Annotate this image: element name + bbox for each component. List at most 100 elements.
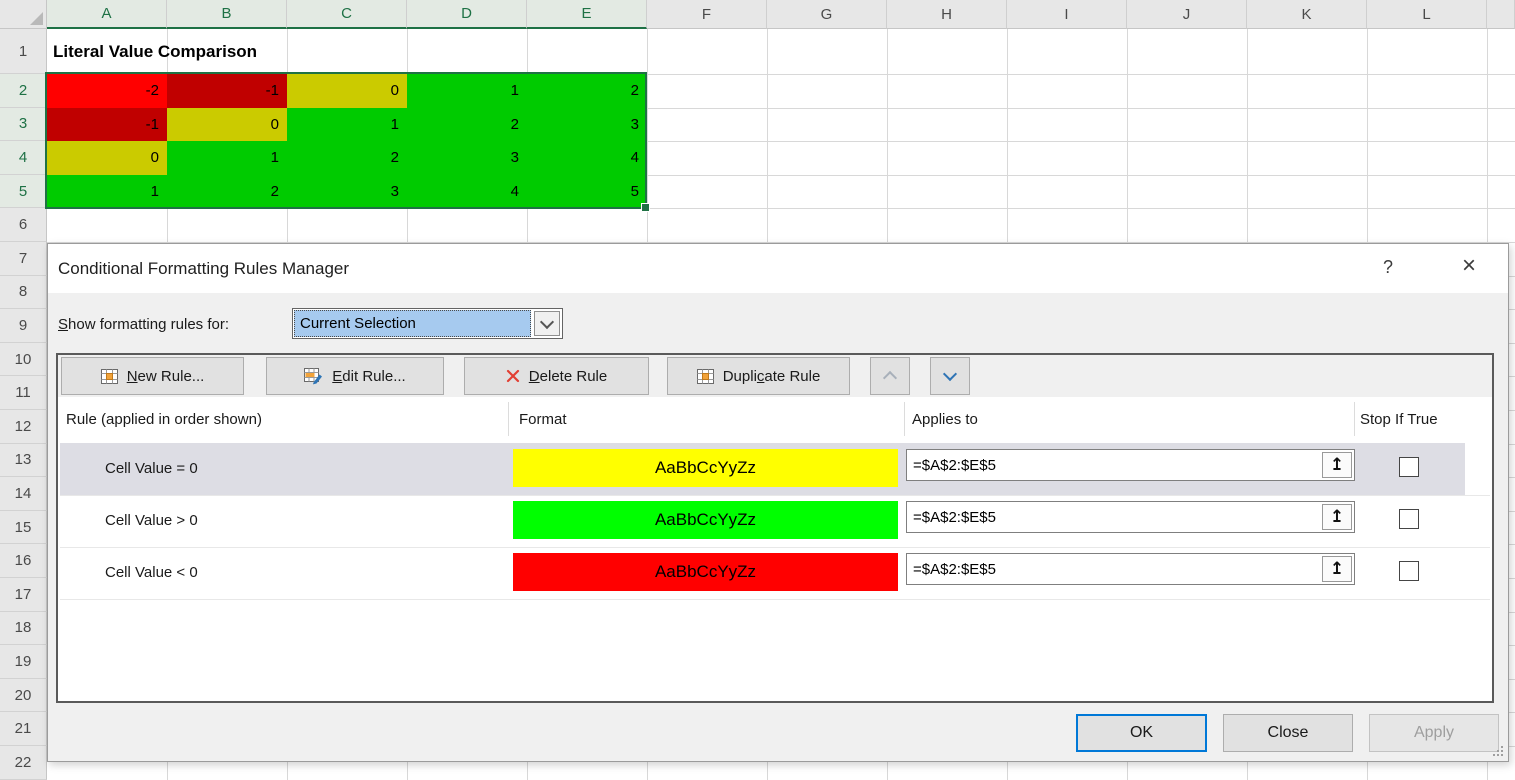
applies-to-input[interactable]	[907, 554, 1354, 584]
cell-b3[interactable]: 0	[167, 108, 287, 142]
row-header-12[interactable]: 12	[0, 410, 47, 444]
column-header-c[interactable]: C	[287, 0, 407, 29]
rule-row[interactable]: Cell Value < 0 AaBbCcYyZz ↥	[60, 547, 1490, 600]
cell-a3[interactable]: -1	[47, 108, 167, 142]
cell-b4[interactable]: 1	[167, 141, 287, 175]
column-divider	[508, 402, 509, 436]
fill-handle[interactable]	[641, 203, 650, 212]
row-header-16[interactable]: 16	[0, 544, 47, 578]
column-header-h[interactable]: H	[887, 0, 1007, 29]
applies-to-field[interactable]: ↥	[906, 553, 1355, 585]
collapse-dialog-icon[interactable]: ↥	[1322, 504, 1352, 530]
scope-dropdown[interactable]: Current Selection	[292, 308, 563, 339]
row-header-7[interactable]: 7	[0, 242, 47, 276]
cf-rules-manager-dialog: Conditional Formatting Rules Manager ? ×…	[47, 243, 1509, 762]
row-header-9[interactable]: 9	[0, 309, 47, 343]
excel-window: ABCDEFGHIJKL 123456789101112131415161718…	[0, 0, 1515, 780]
column-header-a[interactable]: A	[47, 0, 167, 29]
applies-to-field[interactable]: ↥	[906, 501, 1355, 533]
row-header-6[interactable]: 6	[0, 208, 47, 242]
cell-d2[interactable]: 1	[407, 74, 527, 108]
chevron-down-icon	[943, 367, 957, 381]
row-header-8[interactable]: 8	[0, 276, 47, 310]
edit-rule-label: Edit Rule...	[332, 368, 405, 385]
row-header-3[interactable]: 3	[0, 108, 47, 142]
row-header-21[interactable]: 21	[0, 712, 47, 746]
column-header-d[interactable]: D	[407, 0, 527, 29]
column-header-e[interactable]: E	[527, 0, 647, 29]
cell-b5[interactable]: 2	[167, 175, 287, 209]
show-rules-label: Show formatting rules for:	[58, 310, 229, 340]
move-up-button[interactable]	[870, 357, 910, 395]
stop-if-true-checkbox[interactable]	[1399, 561, 1419, 581]
scope-dropdown-button[interactable]	[534, 311, 560, 336]
stop-if-true-checkbox[interactable]	[1399, 509, 1419, 529]
row-header-18[interactable]: 18	[0, 612, 47, 646]
cell-e3[interactable]: 3	[527, 108, 647, 142]
rule-format-preview: AaBbCcYyZz	[513, 449, 898, 487]
rule-row[interactable]: Cell Value > 0 AaBbCcYyZz ↥	[60, 495, 1490, 548]
column-header-l[interactable]: L	[1367, 0, 1487, 29]
row-header-14[interactable]: 14	[0, 477, 47, 511]
row-header-19[interactable]: 19	[0, 645, 47, 679]
collapse-dialog-icon[interactable]: ↥	[1322, 556, 1352, 582]
cell-a2[interactable]: -2	[47, 74, 167, 108]
cell-d3[interactable]: 2	[407, 108, 527, 142]
ok-button[interactable]: OK	[1076, 714, 1207, 752]
applies-to-input[interactable]	[907, 502, 1354, 532]
dialog-title: Conditional Formatting Rules Manager	[58, 244, 349, 293]
cell-c2[interactable]: 0	[287, 74, 407, 108]
new-rule-label: New Rule...	[127, 368, 205, 385]
row-header-4[interactable]: 4	[0, 141, 47, 175]
cell-b2[interactable]: -1	[167, 74, 287, 108]
header-stop-if-true: Stop If True	[1360, 397, 1438, 443]
cell-a5[interactable]: 1	[47, 175, 167, 209]
column-header-j[interactable]: J	[1127, 0, 1247, 29]
move-down-button[interactable]	[930, 357, 970, 395]
cell-e5[interactable]: 5	[527, 175, 647, 209]
row-header-17[interactable]: 17	[0, 578, 47, 612]
close-button[interactable]: Close	[1223, 714, 1353, 752]
cell-c4[interactable]: 2	[287, 141, 407, 175]
column-header-g[interactable]: G	[767, 0, 887, 29]
row-header-11[interactable]: 11	[0, 376, 47, 410]
cell-d4[interactable]: 3	[407, 141, 527, 175]
row-header-20[interactable]: 20	[0, 679, 47, 713]
applies-to-input[interactable]	[907, 450, 1354, 480]
cell-e4[interactable]: 4	[527, 141, 647, 175]
help-button[interactable]: ?	[1370, 244, 1406, 290]
rule-format-preview: AaBbCcYyZz	[513, 501, 898, 539]
select-all-corner[interactable]	[0, 0, 47, 29]
cell-d5[interactable]: 4	[407, 175, 527, 209]
cell-c3[interactable]: 1	[287, 108, 407, 142]
cell-c5[interactable]: 3	[287, 175, 407, 209]
row-header-13[interactable]: 13	[0, 444, 47, 478]
resize-grip[interactable]	[1489, 742, 1503, 756]
delete-rule-button[interactable]: Delete Rule	[464, 357, 649, 395]
edit-rule-button[interactable]: Edit Rule...	[266, 357, 444, 395]
column-header-b[interactable]: B	[167, 0, 287, 29]
row-header-10[interactable]: 10	[0, 343, 47, 377]
cell-a1[interactable]: Literal Value Comparison	[53, 29, 257, 74]
row-header-5[interactable]: 5	[0, 175, 47, 209]
apply-button: Apply	[1369, 714, 1499, 752]
row-header-1[interactable]: 1	[0, 29, 47, 74]
row-header-22[interactable]: 22	[0, 746, 47, 780]
chevron-down-icon	[540, 314, 554, 328]
row-header-2[interactable]: 2	[0, 74, 47, 108]
collapse-dialog-icon[interactable]: ↥	[1322, 452, 1352, 478]
cell-a4[interactable]: 0	[47, 141, 167, 175]
table-icon	[697, 369, 714, 384]
column-header-i[interactable]: I	[1007, 0, 1127, 29]
dialog-close-button[interactable]: ×	[1446, 244, 1492, 290]
rule-row[interactable]: Cell Value = 0 AaBbCcYyZz ↥	[60, 443, 1490, 496]
column-header-f[interactable]: F	[647, 0, 767, 29]
column-header-k[interactable]: K	[1247, 0, 1367, 29]
rule-description: Cell Value < 0	[105, 547, 198, 599]
duplicate-rule-button[interactable]: Duplicate Rule	[667, 357, 850, 395]
stop-if-true-checkbox[interactable]	[1399, 457, 1419, 477]
row-header-15[interactable]: 15	[0, 511, 47, 545]
cell-e2[interactable]: 2	[527, 74, 647, 108]
applies-to-field[interactable]: ↥	[906, 449, 1355, 481]
new-rule-button[interactable]: New Rule...	[61, 357, 244, 395]
